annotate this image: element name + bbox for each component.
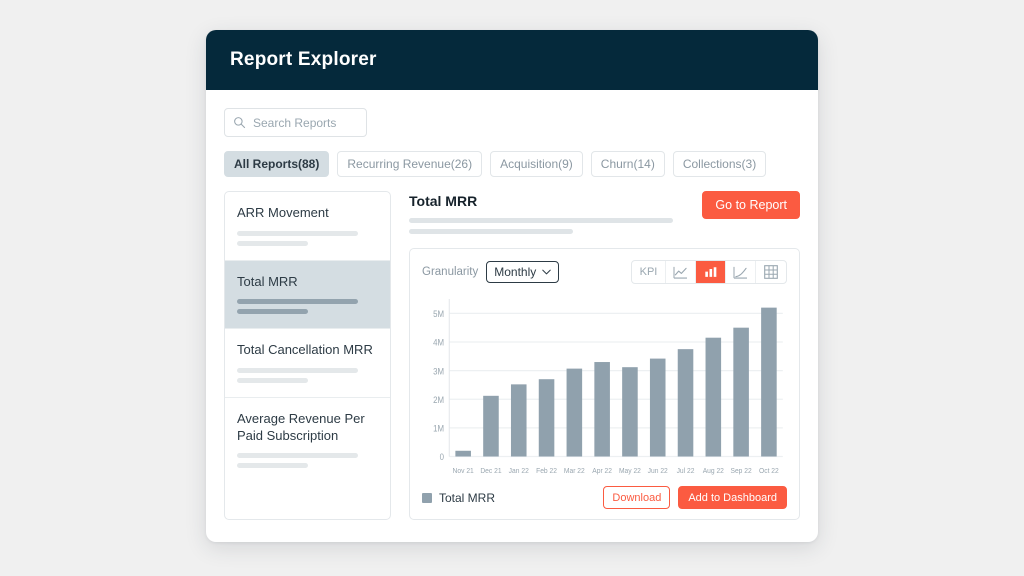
- table-icon: [764, 265, 778, 279]
- svg-text:Jun 22: Jun 22: [648, 467, 668, 475]
- view-line-chart-button[interactable]: [666, 261, 696, 283]
- svg-text:1M: 1M: [433, 423, 444, 434]
- app-window: Report Explorer Search Reports All Repor…: [206, 30, 818, 542]
- tab-recurring-revenue[interactable]: Recurring Revenue(26): [337, 151, 483, 177]
- chart-card: Granularity Monthly KPI 0 1M 2M 3M 4M 5M…: [409, 248, 800, 520]
- svg-text:Feb 22: Feb 22: [536, 467, 557, 475]
- legend-swatch: [422, 492, 432, 503]
- content-area: ARR Movement Total MRR Total Cancellatio…: [224, 191, 800, 542]
- granularity-label: Granularity: [422, 266, 479, 278]
- list-item[interactable]: Average Revenue Per Paid Subscription: [225, 398, 390, 482]
- list-item-title: Average Revenue Per Paid Subscription: [237, 410, 365, 443]
- view-type-toolbar: KPI: [631, 260, 787, 284]
- skeleton-line: [237, 463, 308, 469]
- svg-text:Apr 22: Apr 22: [592, 467, 612, 475]
- report-list-panel: ARR Movement Total MRR Total Cancellatio…: [224, 191, 391, 520]
- search-icon: [234, 117, 246, 129]
- granularity-control: Granularity Monthly: [422, 261, 560, 283]
- title-bar: Report Explorer: [206, 30, 818, 90]
- download-button[interactable]: Download: [603, 486, 671, 509]
- legend-label: Total MRR: [439, 490, 496, 505]
- add-to-dashboard-button[interactable]: Add to Dashboard: [678, 486, 787, 509]
- chart-plot-area: 0 1M 2M 3M 4M 5M Nov 21 Dec 21 Jan 22 Feb 22 Mar 2…: [422, 292, 787, 480]
- list-item-title: Total Cancellation MRR: [237, 342, 373, 358]
- view-area-chart-button[interactable]: [726, 261, 756, 283]
- list-item[interactable]: Total MRR: [225, 260, 390, 330]
- app-title: Report Explorer: [230, 49, 377, 70]
- chart-footer: Total MRR Download Add to Dashboard: [422, 486, 787, 509]
- bar-chart: 0 1M 2M 3M 4M 5M Nov 21 Dec 21 Jan 22 Feb 22 Mar 2…: [433, 299, 783, 475]
- svg-text:3M: 3M: [433, 366, 444, 377]
- search-input[interactable]: Search Reports: [224, 108, 367, 137]
- svg-text:Aug 22: Aug 22: [703, 467, 724, 475]
- tab-acquisition[interactable]: Acquisition(9): [490, 151, 583, 177]
- footer-buttons: Download Add to Dashboard: [603, 486, 787, 509]
- svg-text:Sep 22: Sep 22: [730, 467, 751, 475]
- go-to-report-button[interactable]: Go to Report: [702, 191, 800, 219]
- skeleton-line: [237, 299, 359, 305]
- area-chart-icon: [733, 266, 747, 279]
- svg-text:Jul 22: Jul 22: [677, 467, 695, 475]
- report-header: Total MRR Go to Report: [409, 191, 800, 234]
- tab-collections[interactable]: Collections(3): [672, 151, 767, 177]
- view-bar-chart-button[interactable]: [696, 261, 726, 283]
- skeleton-line: [409, 229, 574, 234]
- chart-controls: Granularity Monthly KPI: [422, 260, 787, 284]
- chart-legend: Total MRR: [422, 491, 495, 505]
- view-table-button[interactable]: [756, 261, 786, 283]
- svg-text:2M: 2M: [433, 395, 444, 406]
- filter-tabs: All Reports(88) Recurring Revenue(26) Ac…: [224, 151, 800, 177]
- granularity-value: Monthly: [494, 265, 537, 279]
- svg-text:4M: 4M: [433, 337, 444, 348]
- skeleton-line: [237, 377, 308, 383]
- tab-all-reports[interactable]: All Reports(88): [224, 151, 330, 177]
- granularity-select[interactable]: Monthly: [486, 261, 560, 283]
- skeleton-line: [237, 309, 308, 315]
- svg-text:Oct 22: Oct 22: [759, 467, 779, 475]
- page-root: Report Explorer Search Reports All Repor…: [0, 0, 1024, 576]
- skeleton-line: [237, 230, 359, 236]
- line-chart-icon: [673, 266, 687, 279]
- list-item-title: Total MRR: [237, 273, 298, 289]
- skeleton-line: [237, 367, 359, 373]
- report-title-wrap: Total MRR: [409, 191, 692, 234]
- list-item-title: ARR Movement: [237, 205, 329, 220]
- skeleton-line: [409, 218, 673, 223]
- bar-chart-icon: [704, 266, 716, 277]
- list-item[interactable]: ARR Movement: [225, 192, 390, 261]
- app-body: Search Reports All Reports(88) Recurring…: [206, 90, 818, 542]
- page-title: Total MRR: [409, 193, 478, 209]
- view-kpi-button[interactable]: KPI: [632, 261, 666, 283]
- skeleton-line: [237, 453, 359, 459]
- report-panel: Total MRR Go to Report Granularity Month…: [409, 191, 800, 520]
- svg-text:5M: 5M: [433, 309, 444, 320]
- skeleton-line: [237, 240, 308, 246]
- chevron-down-icon: [542, 269, 552, 275]
- svg-text:May 22: May 22: [619, 467, 641, 475]
- svg-text:Nov 21: Nov 21: [453, 467, 474, 475]
- tab-churn[interactable]: Churn(14): [590, 151, 665, 177]
- search-placeholder: Search Reports: [253, 115, 337, 130]
- list-item[interactable]: Total Cancellation MRR: [225, 329, 390, 398]
- svg-text:Mar 22: Mar 22: [564, 467, 585, 475]
- svg-text:0: 0: [440, 452, 445, 463]
- svg-text:Jan 22: Jan 22: [509, 467, 529, 475]
- svg-text:Dec 21: Dec 21: [480, 467, 501, 475]
